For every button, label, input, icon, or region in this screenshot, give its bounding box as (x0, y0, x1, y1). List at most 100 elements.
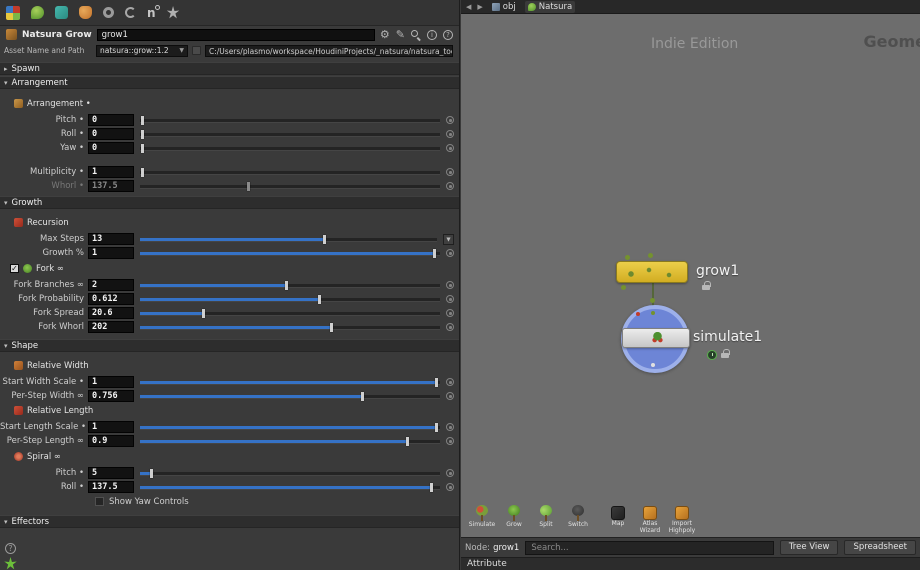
section-effectors[interactable]: Effectors (0, 515, 459, 528)
param-jack-icon[interactable] (446, 130, 454, 138)
param-slider[interactable] (140, 436, 440, 447)
param-jack-icon[interactable] (446, 423, 454, 431)
param-jack-icon[interactable] (446, 469, 454, 477)
ring-tool-icon[interactable] (103, 7, 114, 18)
gear-star-icon[interactable] (167, 6, 180, 19)
param-slider[interactable] (140, 308, 440, 319)
param-value-field[interactable]: 2 (88, 279, 134, 291)
param-value-field[interactable]: 0 (88, 128, 134, 140)
input-dot[interactable] (625, 255, 630, 260)
shelf-tool-import-highpoly[interactable]: Import Highpoly (667, 505, 697, 535)
param-jack-icon[interactable] (446, 116, 454, 124)
value-menu-icon[interactable] (443, 234, 454, 245)
param-value-field[interactable]: 20.6 (88, 307, 134, 319)
param-value-field[interactable]: 1 (88, 421, 134, 433)
param-jack-icon[interactable] (446, 295, 454, 303)
input-dot[interactable] (651, 311, 655, 315)
asset-path-field[interactable]: C:/Users/plasmo/workspace/HoudiniProject… (205, 45, 453, 57)
palette-grid-icon[interactable] (6, 6, 20, 20)
paint-tool-icon[interactable] (55, 6, 68, 19)
input-dot[interactable] (648, 253, 653, 258)
param-value-field[interactable]: 137.5 (88, 481, 134, 493)
asset-link-icon[interactable] (192, 46, 201, 55)
node-grow1[interactable] (616, 261, 688, 283)
param-value-field[interactable]: 0.756 (88, 390, 134, 402)
refresh-icon[interactable] (125, 7, 136, 18)
tree-view-button[interactable]: Tree View (780, 540, 839, 555)
search-icon[interactable] (411, 30, 421, 40)
param-jack-icon[interactable] (446, 483, 454, 491)
param-slider[interactable] (140, 129, 440, 140)
green-gear-icon[interactable] (4, 557, 17, 570)
section-shape[interactable]: Shape (0, 339, 459, 352)
param-jack-icon[interactable] (446, 437, 454, 445)
param-jack-icon[interactable] (446, 168, 454, 176)
search-input[interactable] (525, 541, 774, 555)
section-growth[interactable]: Growth (0, 196, 459, 209)
param-slider[interactable] (140, 234, 437, 245)
section-arrangement[interactable]: Arrangement (0, 76, 459, 89)
param-jack-icon[interactable] (446, 249, 454, 257)
param-value-field[interactable]: 0.9 (88, 435, 134, 447)
param-value-field[interactable]: 1 (88, 166, 134, 178)
back-icon[interactable]: ◀ (466, 3, 471, 11)
param-slider[interactable] (140, 280, 440, 291)
param-value-field[interactable]: 1 (88, 376, 134, 388)
fork-checkbox[interactable] (10, 264, 19, 273)
param-jack-icon[interactable] (446, 182, 454, 190)
asset-name-dropdown[interactable]: natsura::grow::1.2 ▼ (96, 45, 188, 57)
param-value-field[interactable]: 5 (88, 467, 134, 479)
param-slider[interactable] (140, 167, 440, 178)
param-value-field[interactable]: 1 (88, 247, 134, 259)
param-jack-icon[interactable] (446, 378, 454, 386)
param-slider[interactable] (140, 294, 440, 305)
param-slider[interactable] (140, 248, 440, 259)
output-dot[interactable] (651, 363, 655, 367)
param-slider[interactable] (140, 391, 440, 402)
param-jack-icon[interactable] (446, 281, 454, 289)
shelf-tool-switch[interactable]: Switch (563, 505, 593, 529)
param-slider[interactable] (140, 468, 440, 479)
param-jack-icon[interactable] (446, 144, 454, 152)
pane-help-icon[interactable] (5, 543, 16, 554)
help-icon[interactable] (443, 30, 453, 40)
param-value-field[interactable]: 0 (88, 142, 134, 154)
n-tool-icon[interactable] (147, 6, 156, 20)
param-slider[interactable] (140, 143, 440, 154)
param-slider[interactable] (140, 377, 440, 388)
param-slider[interactable] (140, 322, 440, 333)
param-value-field[interactable]: 13 (88, 233, 134, 245)
hand-tool-icon[interactable] (79, 6, 92, 19)
param-slider[interactable] (140, 482, 440, 493)
brush-icon[interactable]: ✎ (396, 29, 405, 41)
info-icon[interactable] (427, 30, 437, 40)
param-jack-icon[interactable] (446, 392, 454, 400)
network-canvas[interactable]: Indie Edition Geome grow1 simulate1 (461, 14, 920, 503)
param-jack-icon[interactable] (446, 323, 454, 331)
param-value-field[interactable]: 137.5 (88, 180, 134, 192)
input-dot[interactable] (636, 312, 640, 316)
breadcrumb-natsura[interactable]: Natsura (525, 1, 575, 13)
breadcrumb-obj[interactable]: obj (489, 1, 519, 13)
node-field-value[interactable]: grow1 (493, 543, 519, 553)
node-simulate1[interactable] (622, 328, 690, 348)
param-value-field[interactable]: 202 (88, 321, 134, 333)
param-jack-icon[interactable] (446, 309, 454, 317)
spreadsheet-button[interactable]: Spreadsheet (844, 540, 916, 555)
output-dot[interactable] (621, 285, 626, 290)
shelf-tool-grow[interactable]: Grow (499, 505, 529, 529)
param-value-field[interactable]: 0.612 (88, 293, 134, 305)
shelf-tool-atlas-wizard[interactable]: Atlas Wizard (635, 505, 665, 535)
param-slider[interactable] (140, 115, 440, 126)
shelf-tool-simulate[interactable]: Simulate (467, 505, 497, 529)
shelf-tool-split[interactable]: Split (531, 505, 561, 529)
param-slider[interactable] (140, 181, 440, 192)
forward-icon[interactable]: ▶ (477, 3, 482, 11)
leaf-tool-icon[interactable] (31, 6, 44, 19)
show-yaw-checkbox[interactable] (95, 497, 104, 506)
section-spawn[interactable]: Spawn (0, 62, 459, 75)
node-name-input[interactable]: grow1 (97, 29, 375, 41)
shelf-tool-map[interactable]: Map (603, 505, 633, 528)
gear-menu-icon[interactable]: ⚙ (380, 29, 390, 41)
param-value-field[interactable]: 0 (88, 114, 134, 126)
